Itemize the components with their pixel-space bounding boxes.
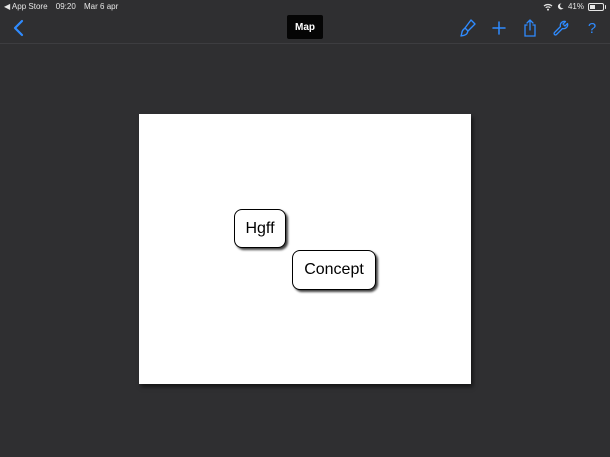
wifi-icon <box>543 3 553 11</box>
status-bar: ◀ App Store 09:20 Mar 6 apr 41% <box>0 0 610 13</box>
add-button[interactable] <box>489 17 509 39</box>
back-to-app-store-link[interactable]: ◀ App Store <box>4 2 48 11</box>
brush-icon <box>460 19 476 37</box>
battery-percent: 41% <box>567 2 584 11</box>
status-time: 09:20 <box>55 2 76 11</box>
chevron-left-icon[interactable] <box>10 17 28 39</box>
wrench-icon <box>553 20 569 36</box>
status-right: 41% <box>543 0 606 13</box>
map-canvas[interactable]: Hgff Concept <box>139 114 471 384</box>
map-node-concept[interactable]: Concept <box>292 250 376 290</box>
moon-icon <box>557 3 564 10</box>
status-date: Mar 6 apr <box>84 2 119 11</box>
brush-button[interactable] <box>458 17 478 39</box>
status-left: ◀ App Store 09:20 Mar 6 apr <box>4 0 124 13</box>
map-title-label: Map <box>295 21 315 33</box>
map-title-button[interactable]: Map <box>287 15 323 39</box>
navigation-bar: Map ? <box>0 13 610 44</box>
plus-icon <box>492 21 506 35</box>
battery-icon <box>588 2 606 11</box>
share-icon <box>524 19 536 37</box>
map-node-label: Concept <box>304 261 364 278</box>
share-button[interactable] <box>520 17 540 39</box>
map-node-label: Hgff <box>245 219 275 237</box>
settings-button[interactable] <box>551 17 571 39</box>
map-node-hgff[interactable]: Hgff <box>234 209 286 248</box>
toolbar: ? <box>458 17 602 39</box>
help-button[interactable]: ? <box>582 17 602 39</box>
help-icon: ? <box>587 19 597 37</box>
